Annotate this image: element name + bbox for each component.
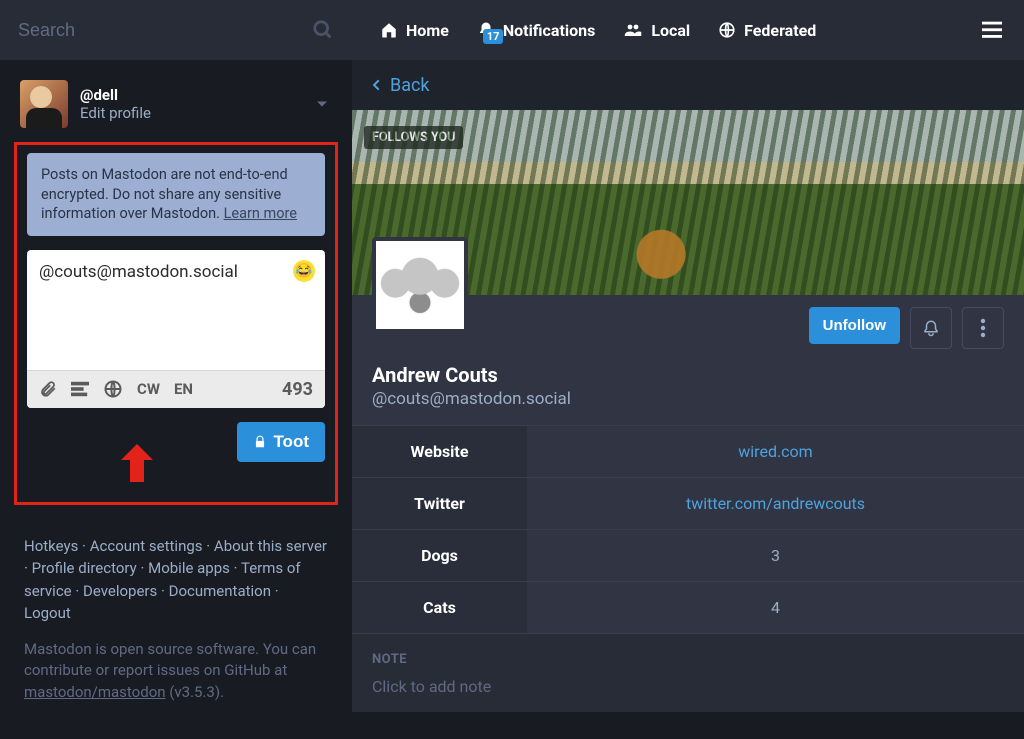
nav-home[interactable]: Home: [366, 21, 463, 40]
field-row: Cats 4: [352, 581, 1024, 633]
notify-bell-button[interactable]: [910, 307, 952, 349]
learn-more-link[interactable]: Learn more: [224, 205, 297, 222]
search-icon[interactable]: [312, 19, 334, 41]
field-value-link[interactable]: twitter.com/andrewcouts: [527, 478, 1024, 529]
toot-button[interactable]: Toot: [237, 422, 325, 462]
field-key: Dogs: [352, 530, 527, 581]
field-value-link[interactable]: wired.com: [527, 426, 1024, 477]
users-icon: [623, 21, 643, 39]
edit-profile-link[interactable]: Edit profile: [80, 104, 312, 122]
footer-links: Hotkeys · Account settings · About this …: [0, 505, 352, 633]
main: Home 17 Notifications Local Federated Ba…: [352, 0, 1024, 739]
profile-avatar[interactable]: [372, 237, 468, 333]
char-counter: 493: [282, 379, 313, 400]
cw-button[interactable]: CW: [137, 380, 160, 398]
nav-notifications[interactable]: 17 Notifications: [463, 21, 610, 40]
visibility-icon[interactable]: [103, 379, 123, 399]
compose-area: Posts on Mastodon are not end-to-end enc…: [14, 142, 338, 505]
footer-version: (v3.5.3).: [166, 683, 225, 701]
toot-label: Toot: [273, 432, 309, 452]
nav-label: Local: [651, 21, 690, 40]
field-value: 4: [527, 582, 1024, 633]
account-handle: @dell: [80, 86, 312, 104]
nav-federated[interactable]: Federated: [704, 21, 830, 40]
footer-note: Mastodon is open source software. You ca…: [0, 633, 352, 710]
menu-icon[interactable]: [968, 21, 1016, 39]
field-value: 3: [527, 530, 1024, 581]
field-key: Cats: [352, 582, 527, 633]
footer-link[interactable]: Account settings: [90, 537, 203, 555]
profile-name-block: Andrew Couts @couts@mastodon.social: [352, 359, 1024, 425]
compose-textarea[interactable]: @couts@mastodon.social 😂: [27, 250, 325, 370]
footer-note-text: Mastodon is open source software. You ca…: [24, 640, 316, 680]
back-button[interactable]: Back: [352, 60, 1024, 110]
nav-label: Federated: [744, 21, 816, 40]
nav-label: Home: [406, 21, 449, 40]
footer-link[interactable]: Profile directory: [32, 559, 137, 577]
unfollow-button[interactable]: Unfollow: [809, 307, 900, 344]
emoji-picker-icon[interactable]: 😂: [293, 260, 315, 282]
footer-link[interactable]: Mobile apps: [148, 559, 230, 577]
top-nav: Home 17 Notifications Local Federated: [352, 0, 1024, 60]
lock-icon: [253, 435, 267, 449]
field-key: Website: [352, 426, 527, 477]
note-label: NOTE: [352, 633, 1024, 673]
repo-link[interactable]: mastodon/mastodon: [24, 683, 166, 701]
profile-row: Unfollow: [352, 295, 1024, 359]
notification-badge: 17: [483, 29, 504, 44]
encryption-warning: Posts on Mastodon are not end-to-end enc…: [27, 153, 325, 236]
home-icon: [380, 21, 398, 39]
content: Back FOLLOWS YOU Unfollow Andrew Couts @…: [352, 60, 1024, 739]
annotation-arrow: [125, 444, 149, 484]
globe-icon: [718, 21, 736, 39]
poll-icon[interactable]: [71, 381, 89, 397]
field-row: Website wired.com: [352, 425, 1024, 477]
search-row: [0, 0, 352, 60]
search-input[interactable]: [18, 20, 312, 41]
profile-fields: Website wired.com Twitter twitter.com/an…: [352, 425, 1024, 633]
compose-toolbar: CW EN 493: [27, 370, 325, 408]
avatar[interactable]: [20, 80, 68, 128]
back-label: Back: [390, 75, 430, 96]
nav-local[interactable]: Local: [609, 21, 704, 40]
footer-link[interactable]: Hotkeys: [24, 537, 78, 555]
account-row: @dell Edit profile: [0, 60, 352, 128]
attach-icon[interactable]: [39, 380, 57, 398]
account-text: @dell Edit profile: [80, 86, 312, 122]
sidebar: @dell Edit profile Posts on Mastodon are…: [0, 0, 352, 739]
field-row: Twitter twitter.com/andrewcouts: [352, 477, 1024, 529]
more-menu-button[interactable]: [962, 307, 1004, 349]
profile-actions: Unfollow: [809, 295, 1004, 359]
nav-label: Notifications: [503, 21, 596, 40]
chevron-down-icon[interactable]: [312, 94, 332, 114]
display-name: Andrew Couts: [372, 363, 1004, 387]
compose-text: @couts@mastodon.social: [39, 262, 238, 282]
footer-link[interactable]: Documentation: [169, 582, 271, 600]
footer-link[interactable]: Logout: [24, 604, 71, 622]
compose-editor: @couts@mastodon.social 😂 CW EN 493: [27, 250, 325, 408]
language-button[interactable]: EN: [174, 380, 193, 398]
profile-handle: @couts@mastodon.social: [372, 389, 1004, 409]
follows-you-badge: FOLLOWS YOU: [364, 126, 463, 149]
note-input[interactable]: Click to add note: [352, 673, 1024, 712]
field-row: Dogs 3: [352, 529, 1024, 581]
footer-link[interactable]: About this server: [214, 537, 327, 555]
footer-link[interactable]: Developers: [83, 582, 157, 600]
field-key: Twitter: [352, 478, 527, 529]
